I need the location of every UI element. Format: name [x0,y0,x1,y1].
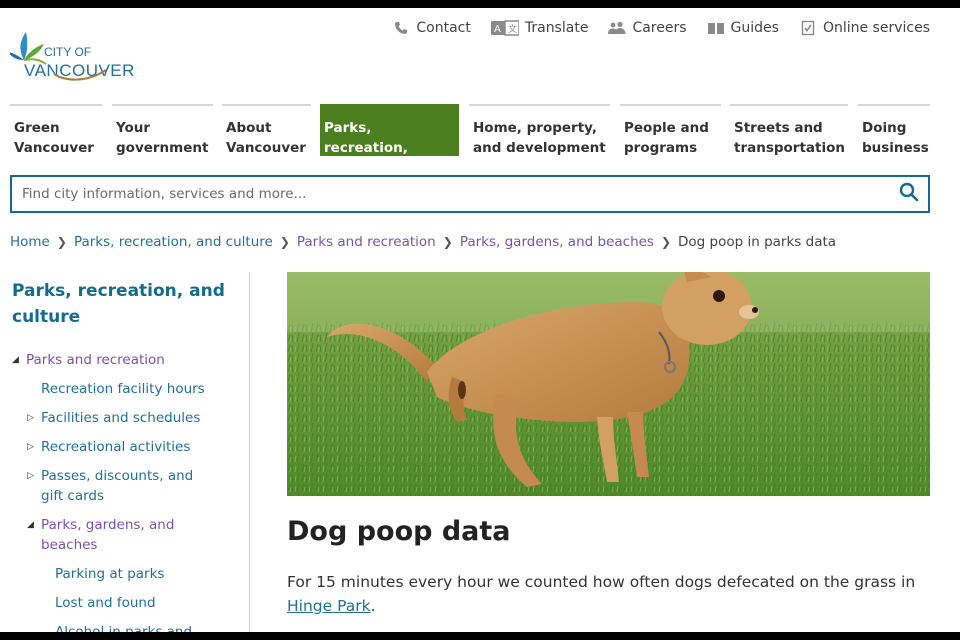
sidebar-item-label: Facilities and schedules [41,410,201,426]
people-icon [608,20,626,36]
city-of-vancouver-logo[interactable]: CITY OF VANCOUVER [10,22,150,88]
breadcrumb-parks-gardens-beaches[interactable]: Parks, gardens, and beaches [460,234,654,250]
utility-nav: Contact A文 Translate Careers Guides Onli… [392,20,930,36]
nav-doing-business[interactable]: Doing business [858,104,930,156]
sidebar-item-label: Lost and found [55,595,156,611]
triangle-right-icon: ▷ [27,442,34,452]
nav-label-line2: business [862,140,929,156]
nav-about-vancouver[interactable]: About Vancouver [222,104,311,156]
nav-label-line1: Your [116,120,151,136]
sidebar-item-label: Passes, discounts, and gift cards [41,468,194,504]
search-button[interactable] [890,177,928,211]
translate-icon: A文 [490,20,519,36]
nav-label-line2: government [116,140,209,156]
book-icon [707,20,725,36]
contact-label: Contact [416,20,471,36]
guides-label: Guides [730,20,779,36]
sidebar-item-label: Parking at parks [55,566,165,582]
nav-label-line1: Doing [862,120,907,136]
hinge-park-link[interactable]: Hinge Park [287,597,371,615]
online-services-label: Online services [822,20,930,36]
sidebar-item-facilities-schedules[interactable]: ▷ Facilities and schedules [27,408,241,428]
breadcrumb-parks-and-recreation[interactable]: Parks and recreation [297,234,436,250]
online-services-link[interactable]: Online services [799,20,930,36]
nav-green-vancouver[interactable]: Green Vancouver [10,104,102,156]
site-search [10,175,930,213]
intro-text: For 15 minutes every hour we counted how… [287,573,916,591]
nav-label-line1: About [226,120,272,136]
nav-your-government[interactable]: Your government [112,104,213,156]
nav-label-line2: and development [473,140,606,156]
nav-label-line1: People and [624,120,709,136]
checklist-icon [799,20,817,36]
triangle-right-icon: ▷ [27,413,34,423]
nav-label-line1: Home, property, [473,120,598,136]
intro-text-end: . [370,597,376,615]
careers-label: Careers [632,20,687,36]
nav-label-line1: Streets and [734,120,823,136]
chevron-right-icon: ❯ [279,235,290,249]
sidebar-item-lost-and-found[interactable]: Lost and found [55,593,245,613]
sidebar-item-parks-and-recreation[interactable]: ◢ Parks and recreation [12,350,236,370]
nav-label-line2: Vancouver [226,140,306,156]
svg-text:CITY OF: CITY OF [44,45,91,59]
nav-label-line1: Parks, recreation, [324,120,408,156]
nav-label-line2: programs [624,140,698,156]
svg-text:VANCOUVER: VANCOUVER [24,61,135,80]
svg-text:文: 文 [508,23,517,35]
sidebar-item-label: Alcohol in parks and [55,624,193,632]
sidebar-item-label: Recreational activities [41,439,191,455]
sidebar-item-label: Recreation facility hours [41,381,205,397]
breadcrumb-current: Dog poop in parks data [678,234,837,250]
chevron-right-icon: ❯ [660,235,672,249]
sidebar-item-recreation-facility-hours[interactable]: Recreation facility hours [41,379,241,399]
svg-text:A: A [494,24,501,35]
page-title: Dog poop data [287,516,511,547]
sidebar-item-label: Parks, gardens, and beaches [41,517,175,553]
nav-label-line1: Green [14,120,60,136]
breadcrumb-home[interactable]: Home [10,234,50,250]
translate-link[interactable]: A文 Translate [490,20,589,36]
page: CITY OF VANCOUVER Contact A文 Translate C… [0,8,960,632]
sidebar-item-alcohol-in-parks[interactable]: Alcohol in parks and [55,622,245,632]
translate-label: Translate [524,20,589,36]
sidebar-nav: Parks, recreation, and culture ◢ Parks a… [0,272,250,632]
chevron-right-icon: ❯ [56,235,67,249]
phone-icon [392,20,410,36]
hero-image-dog-on-grass [287,272,930,496]
nav-label-line2: transportation [734,140,845,156]
careers-link[interactable]: Careers [608,20,687,36]
sidebar-title[interactable]: Parks, recreation, and culture [12,278,232,330]
chevron-right-icon: ❯ [442,235,453,249]
triangle-down-icon: ◢ [12,355,19,365]
search-input[interactable] [12,177,890,211]
guides-link[interactable]: Guides [707,20,779,36]
sidebar-item-recreational-activities[interactable]: ▷ Recreational activities [27,437,241,457]
triangle-right-icon: ▷ [27,471,34,481]
main-nav: Green Vancouver Your government About Va… [10,104,930,176]
nav-streets-transportation[interactable]: Streets and transportation [730,104,848,156]
contact-link[interactable]: Contact [392,20,471,36]
sidebar-item-parks-gardens-beaches[interactable]: ◢ Parks, gardens, and beaches [27,515,191,555]
breadcrumb-parks-recreation-culture[interactable]: Parks, recreation, and culture [74,234,273,250]
nav-people-programs[interactable]: People and programs [620,104,721,156]
sidebar-item-parking-at-parks[interactable]: Parking at parks [55,564,245,584]
sidebar-item-label: Parks and recreation [26,352,165,368]
breadcrumb: Home ❯ Parks, recreation, and culture ❯ … [10,234,836,250]
search-icon [899,182,919,206]
nav-parks-recreation-culture[interactable]: Parks, recreation, and culture [320,104,459,176]
sidebar-item-passes-discounts[interactable]: ▷ Passes, discounts, and gift cards [27,466,201,506]
intro-paragraph: For 15 minutes every hour we counted how… [287,570,932,618]
nav-home-property-development[interactable]: Home, property, and development [469,104,610,156]
triangle-down-icon: ◢ [27,520,34,530]
nav-label-line2: Vancouver [14,140,94,156]
